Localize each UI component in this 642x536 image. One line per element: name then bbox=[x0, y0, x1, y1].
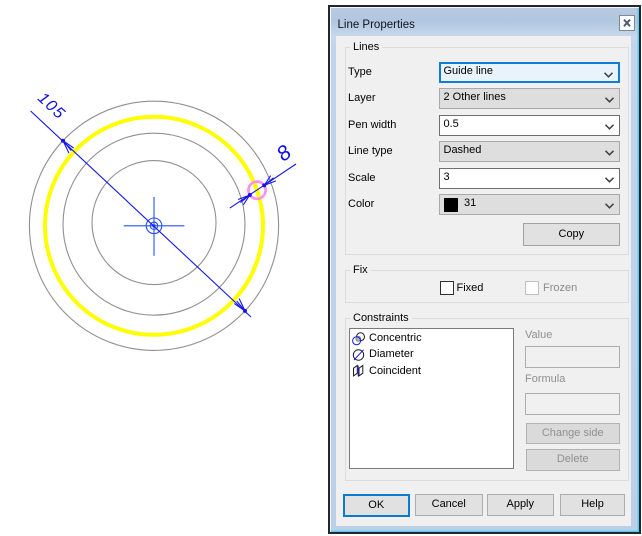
svg-text:8: 8 bbox=[272, 141, 296, 167]
svg-text:105: 105 bbox=[34, 90, 68, 124]
